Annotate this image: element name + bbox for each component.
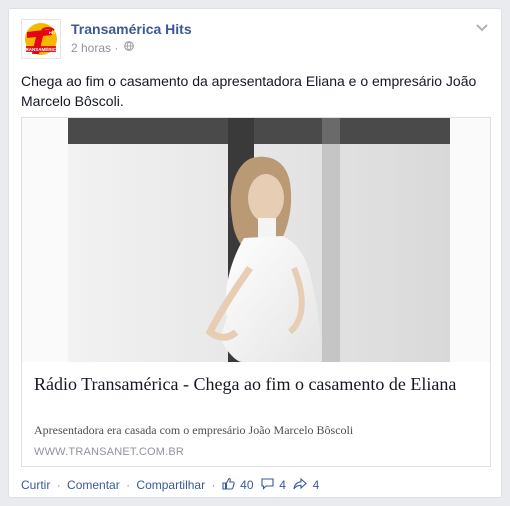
link-description: Apresentadora era casada com o empresári…	[34, 423, 354, 437]
likes-count[interactable]: 40	[240, 478, 253, 492]
chevron-down-icon[interactable]	[475, 23, 489, 33]
comments-count[interactable]: 4	[279, 478, 286, 492]
article-photo[interactable]	[22, 118, 490, 362]
shares-count[interactable]: 4	[313, 478, 320, 492]
action-separator: ·	[56, 478, 61, 492]
post-header: TRANSAMÉRICA HITS Transamérica Hits 2 ho…	[21, 19, 489, 61]
comment-button[interactable]: Comentar	[67, 478, 120, 492]
share-button[interactable]: Compartilhar	[136, 478, 205, 492]
meta-separator: ·	[114, 41, 119, 55]
post-timestamp[interactable]: 2 horas	[71, 41, 111, 55]
like-button[interactable]: Curtir	[21, 478, 50, 492]
svg-text:TRANSAMÉRICA: TRANSAMÉRICA	[23, 45, 60, 52]
link-domain: WWW.TRANSANET.COM.BR	[34, 446, 185, 458]
svg-text:HITS: HITS	[49, 30, 58, 35]
post-message: Chega ao fim o casamento da apresentador…	[21, 73, 477, 109]
comment-icon[interactable]	[261, 477, 274, 493]
globe-icon	[123, 41, 134, 53]
link-title[interactable]: Rádio Transamérica - Chega ao fim o casa…	[34, 373, 478, 395]
transamerica-logo-icon: TRANSAMÉRICA HITS	[22, 20, 60, 58]
link-preview[interactable]: Rádio Transamérica - Chega ao fim o casa…	[21, 117, 491, 467]
post-card: TRANSAMÉRICA HITS Transamérica Hits 2 ho…	[8, 8, 502, 498]
thumbs-up-icon[interactable]	[222, 477, 235, 493]
page-name-link[interactable]: Transamérica Hits	[71, 21, 192, 37]
action-separator: ·	[126, 478, 131, 492]
action-bar: Curtir · Comentar · Compartilhar · 40 4 …	[21, 477, 323, 493]
share-icon[interactable]	[293, 477, 308, 493]
post-meta: 2 horas ·	[71, 41, 134, 55]
page-avatar[interactable]: TRANSAMÉRICA HITS	[21, 19, 61, 59]
action-separator: ·	[211, 478, 216, 492]
